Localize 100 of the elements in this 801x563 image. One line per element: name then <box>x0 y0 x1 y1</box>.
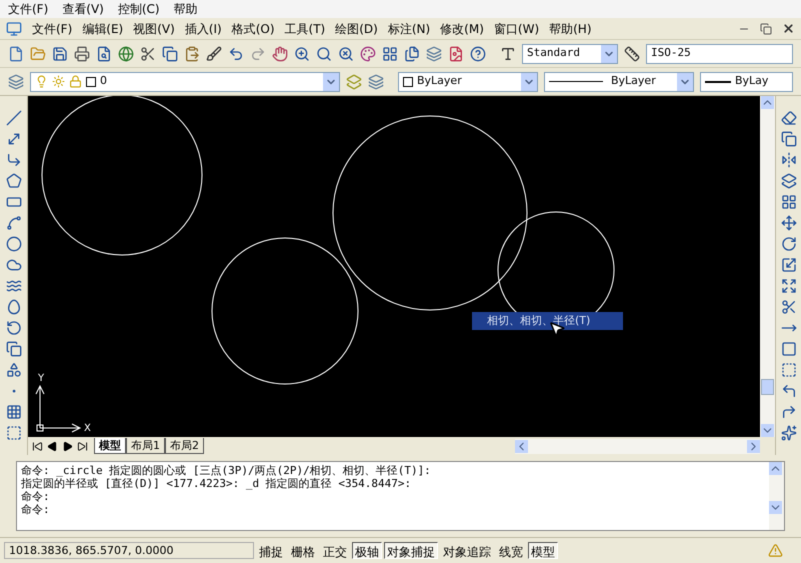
brush-icon[interactable] <box>206 46 222 62</box>
app-logo-icon[interactable] <box>6 20 22 36</box>
new-file-icon[interactable] <box>8 46 24 62</box>
text-style-icon[interactable] <box>500 46 516 62</box>
lineweight-dropdown[interactable]: ByLay <box>700 72 793 92</box>
trim-icon[interactable] <box>780 299 796 315</box>
zoom-previous-icon[interactable] <box>338 46 354 62</box>
layer-manager-icon[interactable] <box>8 74 24 90</box>
stretch-icon[interactable] <box>780 278 796 294</box>
previous-tab-icon[interactable] <box>47 440 58 452</box>
documents-icon[interactable] <box>404 46 420 62</box>
status-toggle-button[interactable]: 模型 <box>528 542 558 559</box>
menu-item[interactable]: 视图(V) <box>133 20 175 38</box>
rotate-icon[interactable] <box>780 236 796 252</box>
scroll-down-icon[interactable] <box>769 501 782 514</box>
layer-previous-icon[interactable] <box>368 74 384 90</box>
layout-tab[interactable]: 模型 <box>94 438 126 454</box>
cloud-icon[interactable] <box>6 257 22 273</box>
scroll-down-icon[interactable] <box>761 424 774 437</box>
menu-item[interactable]: 帮助 <box>174 0 198 18</box>
copy-object-icon[interactable] <box>780 131 796 147</box>
make-block-icon[interactable] <box>6 362 22 378</box>
polygon-icon[interactable] <box>6 173 22 189</box>
menu-item[interactable]: 修改(M) <box>440 20 484 38</box>
hatch-icon[interactable] <box>6 404 22 420</box>
scroll-left-icon[interactable] <box>515 440 528 452</box>
scroll-right-icon[interactable] <box>747 440 760 452</box>
layer-dropdown[interactable]: 0 <box>30 72 340 92</box>
construction-line-icon[interactable] <box>6 131 22 147</box>
menu-item[interactable]: 控制(C) <box>118 0 160 18</box>
zoom-in-icon[interactable] <box>294 46 310 62</box>
line-icon[interactable] <box>6 110 22 126</box>
dimension-style-dropdown[interactable]: ISO-25 <box>646 44 793 64</box>
region-icon[interactable] <box>6 425 22 441</box>
status-toggle-button[interactable]: 极轴 <box>352 542 382 559</box>
menu-item[interactable]: 标注(N) <box>388 20 430 38</box>
properties-icon[interactable] <box>360 46 376 62</box>
scale-icon[interactable] <box>780 257 796 273</box>
offset-icon[interactable] <box>780 173 796 189</box>
cut-icon[interactable] <box>140 46 156 62</box>
menu-item[interactable]: 窗口(W) <box>494 20 540 38</box>
printer-icon[interactable] <box>74 46 90 62</box>
dimension-style-icon[interactable] <box>624 46 640 62</box>
join-icon[interactable] <box>780 362 796 378</box>
mirror-icon[interactable] <box>780 152 796 168</box>
last-tab-icon[interactable] <box>77 440 88 452</box>
layout-tab[interactable]: 布局1 <box>126 438 165 454</box>
save-icon[interactable] <box>52 46 68 62</box>
arc-icon[interactable] <box>6 215 22 231</box>
menu-item[interactable]: 插入(I) <box>184 20 222 38</box>
explode-icon[interactable] <box>780 425 796 441</box>
first-tab-icon[interactable] <box>32 440 43 452</box>
scroll-thumb[interactable] <box>761 378 774 394</box>
close-icon[interactable] <box>782 22 795 35</box>
text-style-dropdown[interactable]: Standard <box>522 44 618 64</box>
menu-item[interactable]: 文件(F) <box>32 20 72 38</box>
break-icon[interactable] <box>780 341 796 357</box>
ucs-axes-icon <box>36 384 82 432</box>
menu-item[interactable]: 帮助(H) <box>549 20 592 38</box>
status-toggle-button[interactable]: 线宽 <box>496 542 526 559</box>
layout-tab[interactable]: 布局2 <box>165 438 204 454</box>
eraser-icon[interactable] <box>780 110 796 126</box>
status-toggle-button[interactable]: 对象追踪 <box>440 542 494 559</box>
chamfer-icon[interactable] <box>780 383 796 399</box>
move-icon[interactable] <box>780 215 796 231</box>
markup-icon[interactable] <box>448 46 464 62</box>
status-toggle-button[interactable]: 正交 <box>320 542 350 559</box>
next-tab-icon[interactable] <box>62 440 73 452</box>
menu-item[interactable]: 文件(F) <box>8 0 48 18</box>
status-toggle-button[interactable]: 捕捉 <box>256 542 286 559</box>
linetype-dropdown[interactable]: ByLayer <box>544 72 694 92</box>
status-toggle-button[interactable]: 对象捕捉 <box>384 542 438 559</box>
scroll-up-icon[interactable] <box>761 96 774 109</box>
pan-hand-icon[interactable] <box>272 46 288 62</box>
globe-icon[interactable] <box>118 46 134 62</box>
insert-block-icon[interactable] <box>6 341 22 357</box>
menu-item[interactable]: 绘图(D) <box>335 20 378 38</box>
ellipse-arc-icon[interactable] <box>6 320 22 336</box>
preview-icon[interactable] <box>96 46 112 62</box>
menu-item[interactable]: 工具(T) <box>284 20 326 38</box>
polyline-icon[interactable] <box>6 152 22 168</box>
help-icon[interactable] <box>470 46 486 62</box>
grid-panel-icon[interactable] <box>382 46 398 62</box>
spline-icon[interactable] <box>6 278 22 294</box>
fillet-icon[interactable] <box>780 404 796 420</box>
menu-item[interactable]: 查看(V) <box>62 0 104 18</box>
undo-icon[interactable] <box>228 46 244 62</box>
status-toggle-button[interactable]: 栅格 <box>288 542 318 559</box>
color-dropdown[interactable]: ByLayer <box>398 72 538 92</box>
menu-item[interactable]: 格式(O) <box>232 20 275 38</box>
restore-icon[interactable] <box>760 22 772 34</box>
menu-item[interactable]: 编辑(E) <box>82 20 124 38</box>
scroll-up-icon[interactable] <box>769 462 782 475</box>
sun-icon <box>52 75 65 88</box>
zoom-window-icon[interactable] <box>316 46 332 62</box>
circle-icon[interactable] <box>6 236 22 252</box>
paste-icon[interactable] <box>184 46 200 62</box>
copy-icon[interactable] <box>162 46 178 62</box>
layers-stack-icon[interactable] <box>426 46 442 62</box>
array-icon[interactable] <box>780 194 796 210</box>
